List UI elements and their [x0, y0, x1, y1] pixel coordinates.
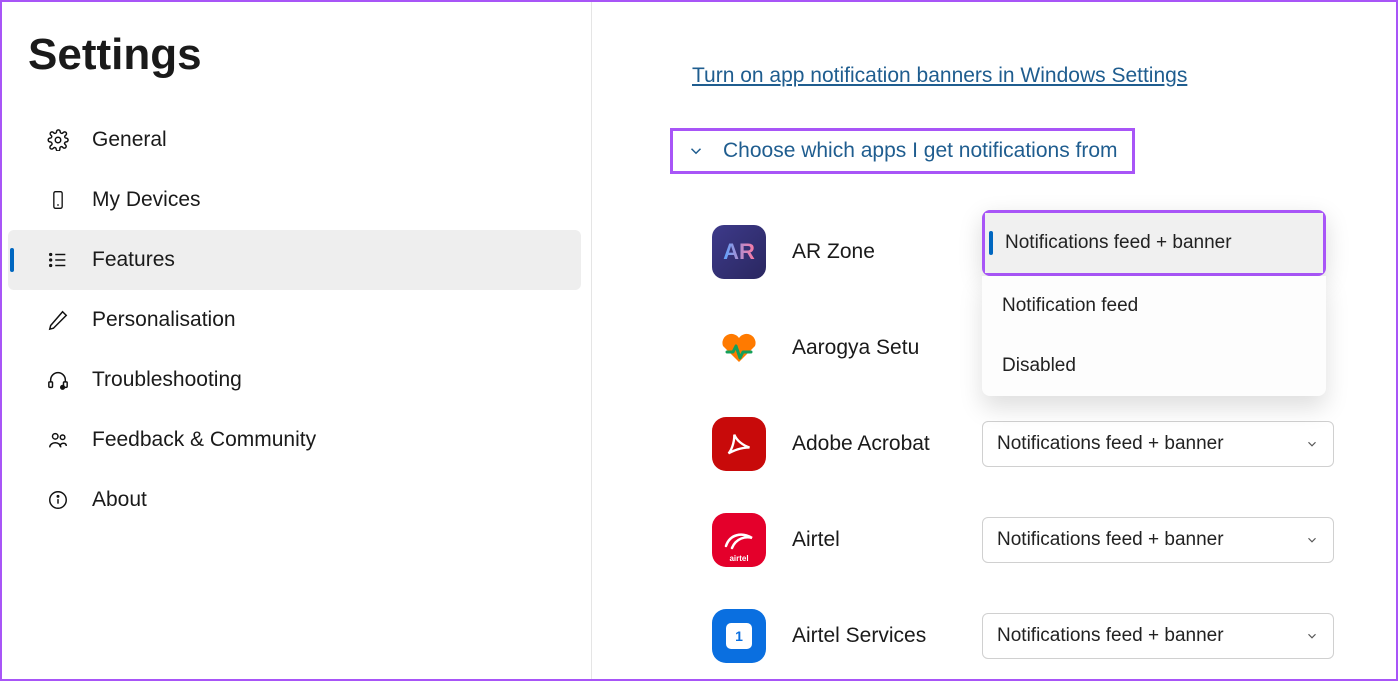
- app-row: airtel Airtel Notifications feed + banne…: [712, 492, 1396, 588]
- choose-apps-section-header[interactable]: Choose which apps I get notifications fr…: [670, 128, 1135, 174]
- app-name-label: Airtel Services: [792, 624, 982, 648]
- sidebar-item-label: Troubleshooting: [92, 368, 242, 392]
- sidebar-item-personalisation[interactable]: Personalisation: [2, 290, 581, 350]
- notification-dropdown[interactable]: Notifications feed + banner: [982, 421, 1334, 467]
- app-icon-ar-zone: AR: [712, 225, 766, 279]
- dropdown-option[interactable]: Notification feed: [982, 276, 1326, 336]
- app-name-label: Airtel: [792, 528, 982, 552]
- pen-icon: [46, 308, 70, 332]
- sidebar-item-label: Personalisation: [92, 308, 236, 332]
- sidebar-item-troubleshooting[interactable]: Troubleshooting: [2, 350, 581, 410]
- chevron-down-icon: [687, 142, 705, 160]
- notification-dropdown[interactable]: Notifications feed + banner: [982, 517, 1334, 563]
- sidebar-item-feedback[interactable]: Feedback & Community: [2, 410, 581, 470]
- app-icon-airtel: airtel: [712, 513, 766, 567]
- chevron-down-icon: [1305, 437, 1319, 451]
- sidebar-item-label: Features: [92, 248, 175, 272]
- notification-dropdown[interactable]: Notifications feed + banner: [982, 613, 1334, 659]
- app-name-label: AR Zone: [792, 240, 982, 264]
- chevron-down-icon: [1305, 629, 1319, 643]
- sidebar-item-about[interactable]: About: [2, 470, 581, 530]
- notification-banners-link[interactable]: Turn on app notification banners in Wind…: [692, 64, 1187, 88]
- gear-icon: [46, 128, 70, 152]
- headset-icon: [46, 368, 70, 392]
- sidebar-item-label: Feedback & Community: [92, 428, 316, 452]
- chevron-down-icon: [1305, 533, 1319, 547]
- sidebar-item-label: My Devices: [92, 188, 201, 212]
- people-icon: [46, 428, 70, 452]
- phone-icon: [46, 188, 70, 212]
- dropdown-option[interactable]: Disabled: [982, 336, 1326, 396]
- sidebar: Settings General My Devices Features Per…: [2, 2, 592, 679]
- notification-dropdown-open: Notifications feed + banner Notification…: [982, 210, 1326, 396]
- sidebar-item-label: About: [92, 488, 147, 512]
- page-title: Settings: [28, 30, 591, 80]
- dropdown-value: Notifications feed + banner: [997, 433, 1224, 455]
- content-panel: Turn on app notification banners in Wind…: [592, 2, 1396, 679]
- sidebar-item-general[interactable]: General: [2, 110, 581, 170]
- app-icon-adobe-acrobat: [712, 417, 766, 471]
- list-icon: [46, 248, 70, 272]
- app-row: 1 Airtel Services Notifications feed + b…: [712, 588, 1396, 684]
- sidebar-item-features[interactable]: Features: [8, 230, 581, 290]
- app-icon-aarogya-setu: [712, 321, 766, 375]
- sidebar-item-my-devices[interactable]: My Devices: [2, 170, 581, 230]
- dropdown-option[interactable]: Notifications feed + banner: [985, 213, 1323, 273]
- sidebar-item-label: General: [92, 128, 167, 152]
- dropdown-value: Notifications feed + banner: [997, 625, 1224, 647]
- dropdown-value: Notifications feed + banner: [997, 529, 1224, 551]
- app-name-label: Adobe Acrobat: [792, 432, 982, 456]
- info-icon: [46, 488, 70, 512]
- app-icon-airtel-services: 1: [712, 609, 766, 663]
- app-row: Adobe Acrobat Notifications feed + banne…: [712, 396, 1396, 492]
- section-header-label: Choose which apps I get notifications fr…: [723, 139, 1118, 163]
- app-name-label: Aarogya Setu: [792, 336, 982, 360]
